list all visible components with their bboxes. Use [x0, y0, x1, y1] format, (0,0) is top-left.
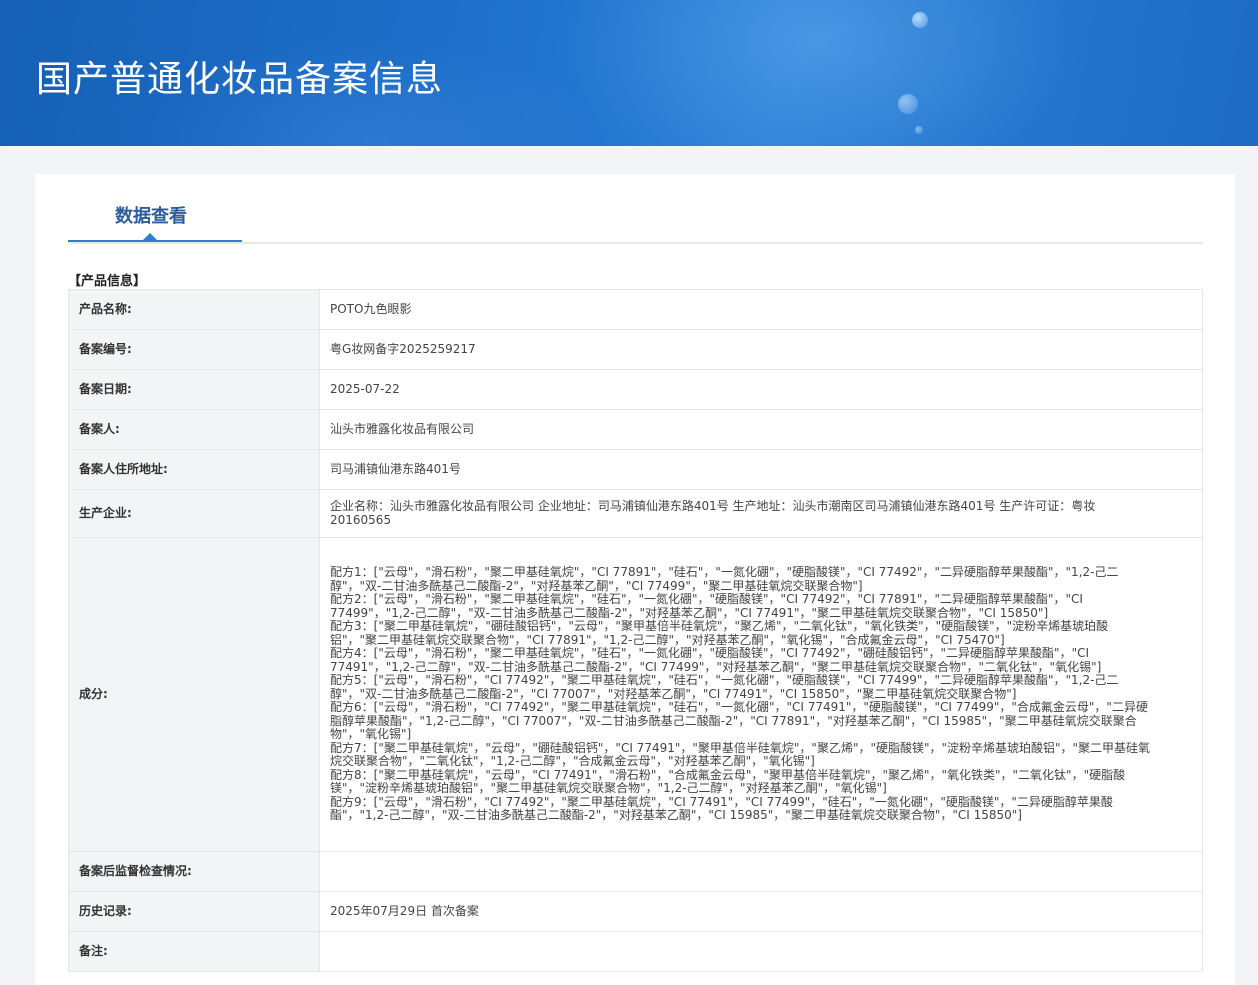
tab-label: 数据查看: [115, 206, 187, 227]
registrant-value: 汕头市雅露化妆品有限公司: [319, 409, 1203, 450]
row-label: 备案人住所地址:: [68, 449, 320, 490]
table-row: 备案人: 汕头市雅露化妆品有限公司: [68, 409, 1203, 450]
row-label: 生产企业:: [68, 489, 320, 538]
formula-text: 配方4：["云母"，"滑石粉"，"聚二甲基硅氧烷"，"硅石"，"一氮化硼"，"硬…: [330, 646, 1102, 674]
tab-bar: 数据查看: [68, 174, 1203, 244]
header-banner: 国产普通化妆品备案信息: [0, 0, 1258, 146]
table-row: 备案日期: 2025-07-22: [68, 369, 1203, 410]
tab-data-view[interactable]: 数据查看: [68, 174, 242, 242]
table-row: 生产企业: 企业名称：汕头市雅露化妆品有限公司 企业地址：司马浦镇仙港东路401…: [68, 489, 1203, 538]
table-row: 备案编号: 粤G妆网备字2025259217: [68, 329, 1203, 370]
ingredients-value: 配方1：["云母"，"滑石粉"，"聚二甲基硅氧烷"，"CI 77891"，"硅石…: [319, 537, 1203, 852]
table-row: 备案后监督检查情况:: [68, 851, 1203, 892]
banner-bubble: [898, 94, 918, 114]
row-label: 备案日期:: [68, 369, 320, 410]
table-row: 产品名称: POTO九色眼影: [68, 289, 1203, 330]
tab-caret-icon: [143, 233, 157, 240]
content-card: 数据查看 【产品信息】 产品名称: POTO九色眼影 备案编号: 粤G妆网备字2…: [35, 174, 1235, 985]
table-row: 备注:: [68, 931, 1203, 972]
table-row: 历史记录: 2025年07月29日 首次备案: [68, 891, 1203, 932]
banner-glow: [560, 0, 1080, 146]
table-row: 成分: 配方1：["云母"，"滑石粉"，"聚二甲基硅氧烷"，"CI 77891"…: [68, 537, 1203, 852]
row-label: 备注:: [68, 931, 320, 972]
row-label: 产品名称:: [68, 289, 320, 330]
formula-text: 配方8：["聚二甲基硅氧烷"，"云母"，"CI 77491"，"滑石粉"，"合成…: [330, 767, 1126, 796]
row-label: 备案后监督检查情况:: [68, 851, 320, 892]
section-title: 【产品信息】: [68, 274, 147, 289]
product-name-value: POTO九色眼影: [319, 289, 1203, 330]
row-label: 备案编号:: [68, 329, 320, 370]
manufacturer-value: 企业名称：汕头市雅露化妆品有限公司 企业地址：司马浦镇仙港东路401号 生产地址…: [319, 489, 1203, 538]
formula-text: 配方1：["云母"，"滑石粉"，"聚二甲基硅氧烷"，"CI 77891"，"硅石…: [330, 565, 1119, 593]
formula-text: 配方6：["云母"，"滑石粉"，"CI 77492"，"聚二甲基硅氧烷"，"硅石…: [330, 700, 1148, 742]
history-value: 2025年07月29日 首次备案: [319, 891, 1203, 932]
banner-bubble: [915, 126, 923, 134]
banner-bubble: [912, 12, 928, 28]
record-no-value: 粤G妆网备字2025259217: [319, 329, 1203, 370]
table-row: 备案人住所地址: 司马浦镇仙港东路401号: [68, 449, 1203, 490]
post-supervision-value: [319, 851, 1203, 892]
formula-text: 配方5：["云母"，"滑石粉"，"CI 77492"，"聚二甲基硅氧烷"，"硅石…: [330, 673, 1119, 701]
remarks-value: [319, 931, 1203, 972]
product-info-table: 产品名称: POTO九色眼影 备案编号: 粤G妆网备字2025259217 备案…: [68, 289, 1203, 972]
row-label: 备案人:: [68, 409, 320, 450]
record-date-value: 2025-07-22: [319, 369, 1203, 410]
formula-text: 配方3：["聚二甲基硅氧烷"，"硼硅酸铝钙"，"云母"，"聚甲基倍半硅氧烷"，"…: [330, 619, 1109, 647]
row-label: 成分:: [68, 537, 320, 852]
formula-text: 配方7：["聚二甲基硅氧烷"，"云母"，"硼硅酸铝钙"，"CI 77491"，"…: [330, 740, 1151, 769]
page-title: 国产普通化妆品备案信息: [36, 59, 444, 100]
row-label: 历史记录:: [68, 891, 320, 932]
formula-text: 配方9：["云母"，"滑石粉"，"CI 77492"，"聚二甲基硅氧烷"，"CI…: [330, 794, 1113, 823]
registrant-address-value: 司马浦镇仙港东路401号: [319, 449, 1203, 490]
formula-text: 配方2：["云母"，"滑石粉"，"聚二甲基硅氧烷"，"硅石"，"一氮化硼"，"硬…: [330, 592, 1083, 620]
